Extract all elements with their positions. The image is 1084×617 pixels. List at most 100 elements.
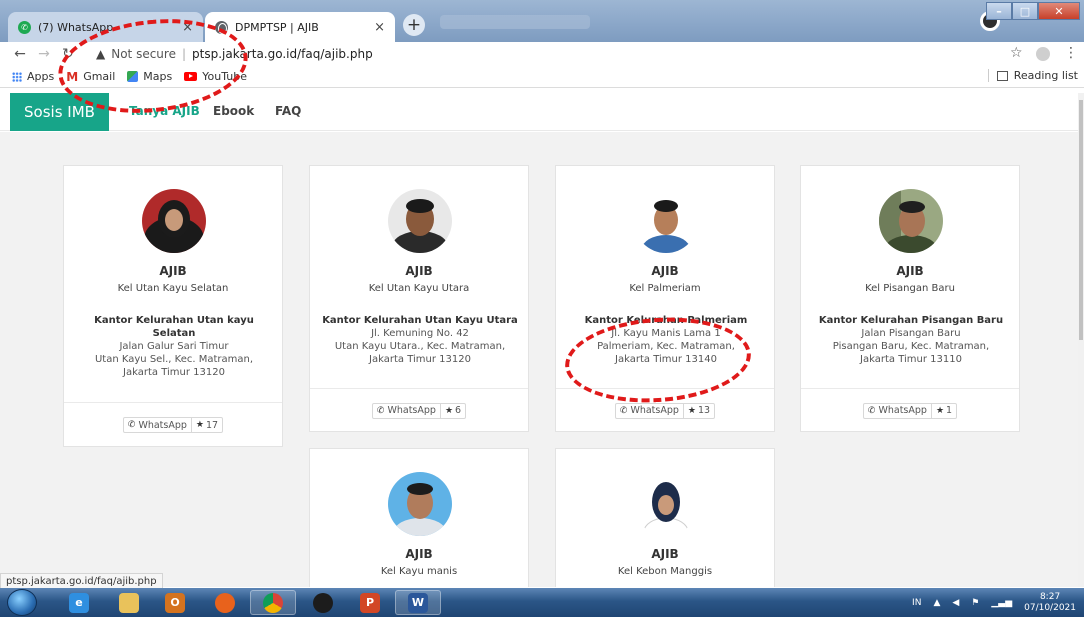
taskbar-explorer[interactable]	[106, 590, 152, 615]
minimize-button[interactable]: –	[986, 2, 1012, 20]
whatsapp-button[interactable]: ✆ WhatsApp	[616, 403, 684, 418]
officer-card: AJIB Kel Palmeriam Kantor Kelurahan Palm…	[555, 165, 775, 432]
tab-close-button[interactable]: ×	[182, 20, 193, 35]
url-text[interactable]: ptsp.jakarta.go.id/faq/ajib.php	[192, 47, 373, 61]
nav-faq[interactable]: FAQ	[275, 104, 301, 118]
taskbar-ie[interactable]: e	[56, 590, 102, 615]
card-title: AJIB	[159, 264, 187, 278]
card-title: AJIB	[651, 264, 679, 278]
windows-taskbar: e O P W IN ▲ ◀ ⚑ ▁▃▅ 8:27 07/10/2021	[0, 588, 1084, 617]
maximize-button[interactable]: □	[1012, 2, 1038, 20]
bookmark-apps[interactable]: Apps	[12, 70, 54, 83]
whatsapp-button[interactable]: ✆ WhatsApp	[373, 403, 441, 418]
nav-ebook[interactable]: Ebook	[213, 104, 254, 118]
bookmark-star-icon[interactable]: ☆	[1010, 45, 1023, 61]
account-icon[interactable]	[1036, 47, 1050, 61]
warning-triangle-icon[interactable]: ▲	[96, 47, 105, 61]
main-content: AJIB Kel Utan Kayu Selatan Kantor Kelura…	[0, 132, 1078, 587]
address-line: Palmeriam, Kec. Matraman,	[597, 341, 735, 352]
reading-list-icon	[996, 70, 1008, 81]
maps-icon	[127, 71, 139, 82]
close-window-button[interactable]: ✕	[1038, 2, 1080, 20]
language-indicator[interactable]: IN	[912, 598, 921, 608]
network-signal-icon[interactable]: ▁▃▅	[991, 598, 1012, 608]
taskbar-chrome[interactable]	[250, 590, 296, 615]
taskbar-powerpoint[interactable]: P	[347, 590, 393, 615]
back-arrow-icon[interactable]: ←	[8, 46, 32, 62]
taskbar-word[interactable]: W	[395, 590, 441, 615]
clock[interactable]: 8:27 07/10/2021	[1024, 592, 1076, 614]
card-title: AJIB	[405, 264, 433, 278]
card-office: Kantor Kelurahan Utan kayu Selatan	[94, 315, 254, 339]
reading-list-button[interactable]: Reading list	[987, 69, 1078, 82]
tab-ajib[interactable]: DPMPTSP | AJIB ×	[205, 12, 395, 42]
contact-pill: ✆ WhatsApp ★ 1	[862, 402, 958, 419]
brand-logo[interactable]: Sosis IMB	[10, 93, 109, 131]
youtube-icon	[184, 72, 198, 81]
officer-card: AJIB Kel Kebon Manggis	[555, 448, 775, 587]
taskbar-chrome-alt[interactable]	[300, 590, 346, 615]
rating-count: 17	[206, 419, 219, 431]
word-icon: W	[408, 592, 428, 613]
bookmark-label: Apps	[27, 70, 55, 83]
nav-tanya-ajib[interactable]: Tanya AJIB	[129, 104, 200, 118]
address-bar[interactable]: ▲ Not secure | ptsp.jakarta.go.id/faq/aj…	[96, 42, 373, 66]
card-footer: ✆ WhatsApp ★ 1	[801, 388, 1019, 432]
rating-count: 6	[455, 405, 462, 416]
rating-badge: ★ 13	[684, 405, 714, 416]
whatsapp-button[interactable]: ✆ WhatsApp	[124, 418, 192, 432]
window-controls: – □ ✕	[986, 2, 1080, 20]
rating-badge: ★ 1	[932, 405, 956, 416]
phone-icon: ✆	[619, 405, 628, 416]
bookmark-label: Maps	[143, 70, 173, 83]
address-line: Jakarta Timur 13120	[369, 354, 471, 365]
card-kelurahan: Kel Kayu manis	[380, 566, 458, 577]
card-title: AJIB	[896, 264, 924, 278]
blurred-window-title	[440, 15, 590, 29]
rating-count: 1	[946, 405, 953, 416]
start-button[interactable]	[7, 589, 37, 616]
card-office: Kantor Kelurahan Palmeriam	[584, 315, 748, 326]
address-line: Pisangan Baru, Kec. Matraman,	[832, 341, 990, 352]
clock-date: 07/10/2021	[1024, 602, 1076, 613]
address-line: Jakarta Timur 13110	[860, 354, 962, 365]
rating-badge: ★ 6	[441, 405, 465, 416]
star-icon: ★	[687, 405, 696, 416]
globe-favicon-icon	[215, 20, 228, 34]
tab-whatsapp[interactable]: ✆ (7) WhatsApp ×	[8, 12, 203, 42]
card-title: AJIB	[405, 547, 433, 561]
gmail-icon: M	[66, 69, 79, 84]
reload-icon[interactable]: ↻	[56, 46, 80, 62]
kebab-menu-icon[interactable]: ⋮	[1064, 45, 1078, 61]
star-icon: ★	[444, 405, 454, 416]
avatar	[388, 189, 452, 253]
tray-expand-icon[interactable]: ▲	[933, 598, 940, 608]
address-line: Jakarta Timur 13120	[123, 367, 225, 378]
chrome-icon	[263, 592, 283, 613]
rating-count: 13	[698, 405, 711, 416]
contact-pill: ✆ WhatsApp ★ 6	[371, 402, 467, 419]
avatar	[388, 472, 452, 536]
tab-title: DPMPTSP | AJIB	[235, 20, 319, 34]
bookmark-maps[interactable]: Maps	[127, 70, 172, 83]
address-line: Jl. Kayu Manis Lama 1	[611, 328, 721, 339]
new-tab-button[interactable]: +	[403, 14, 425, 36]
avatar	[879, 189, 943, 253]
flag-icon[interactable]: ⚑	[971, 598, 979, 608]
ie-icon: e	[69, 592, 89, 613]
bookmark-youtube[interactable]: YouTube	[184, 70, 247, 83]
card-office: Kantor Kelurahan Pisangan Baru	[818, 315, 1004, 326]
bookmark-gmail[interactable]: M Gmail	[66, 70, 115, 84]
whatsapp-button[interactable]: ✆ WhatsApp	[864, 403, 932, 418]
chrome-alt-icon	[313, 592, 333, 613]
taskbar-outlook[interactable]: O	[152, 590, 198, 615]
address-line: Utan Kayu Sel., Kec. Matraman,	[94, 354, 253, 365]
taskbar-firefox[interactable]	[202, 590, 248, 615]
forward-arrow-icon[interactable]: →	[32, 46, 56, 62]
volume-icon[interactable]: ◀	[952, 598, 959, 608]
whatsapp-label: WhatsApp	[387, 405, 436, 416]
whatsapp-label: WhatsApp	[630, 405, 679, 416]
scrollbar-thumb[interactable]	[1079, 100, 1083, 340]
tab-close-button[interactable]: ×	[374, 20, 385, 35]
card-kelurahan: Kel Utan Kayu Utara	[368, 283, 470, 294]
